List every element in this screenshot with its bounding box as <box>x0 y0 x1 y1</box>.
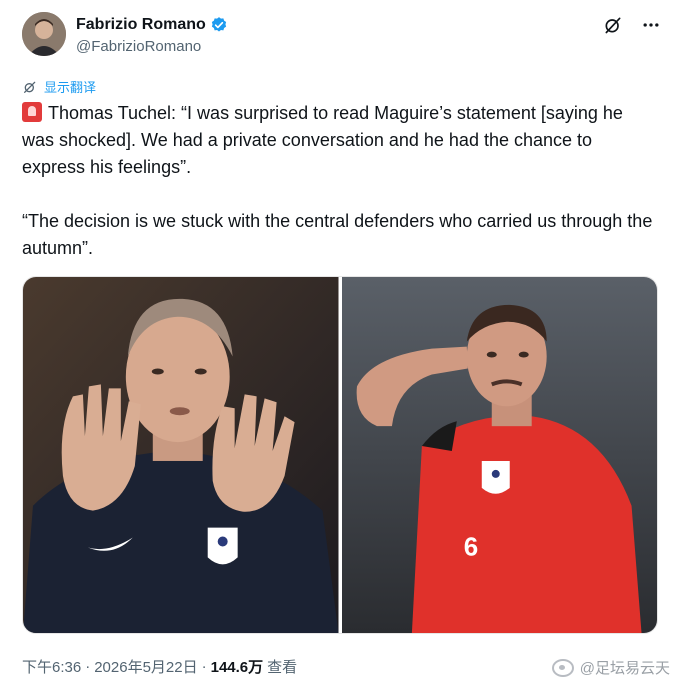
verified-badge-icon <box>211 17 226 32</box>
photo-right[interactable]: 6 <box>341 277 657 633</box>
show-translation-link[interactable]: 显示翻译 <box>22 77 96 96</box>
tweet-paragraph-2: “The decision is we stuck with the centr… <box>22 211 653 258</box>
tweet-meta: 下午6:36 · 2026年5月22日 · 144.6万 查看 <box>22 656 297 677</box>
display-name[interactable]: Fabrizio Romano <box>76 16 206 34</box>
watermark-text: @足坛易云天 <box>579 660 670 677</box>
media-grid: 6 <box>22 276 658 634</box>
views-label: 查看 <box>267 659 298 676</box>
grok-icon[interactable] <box>602 14 624 36</box>
tweet-header: Fabrizio Romano @FabrizioRomano <box>22 12 662 60</box>
translate-icon <box>24 81 36 93</box>
siren-emoji-icon <box>22 102 42 122</box>
translate-label: 显示翻译 <box>44 80 97 95</box>
tweet-paragraph-1-text: Thomas Tuchel: “I was surprised to read … <box>22 103 623 177</box>
weibo-logo-icon <box>551 658 574 677</box>
tweet-time[interactable]: 下午6:36 <box>22 656 81 677</box>
photo-left[interactable] <box>23 277 339 633</box>
meta-separator-2: · <box>201 658 207 675</box>
tweet-date[interactable]: 2026年5月22日 <box>94 656 197 677</box>
views-count: 144.6万 <box>210 659 264 676</box>
watermark: @足坛易云天 <box>551 657 670 678</box>
tweet-text: Thomas Tuchel: “I was surprised to read … <box>22 100 658 262</box>
kit-number: 6 <box>463 533 477 561</box>
tweet-paragraph-1: Thomas Tuchel: “I was surprised to read … <box>22 100 658 181</box>
top-actions <box>602 14 662 36</box>
name-line: Fabrizio Romano <box>76 16 228 34</box>
handle[interactable]: @FabrizioRomano <box>76 38 201 55</box>
more-icon[interactable] <box>640 14 662 36</box>
meta-separator: · <box>85 658 91 675</box>
avatar[interactable] <box>22 12 66 56</box>
